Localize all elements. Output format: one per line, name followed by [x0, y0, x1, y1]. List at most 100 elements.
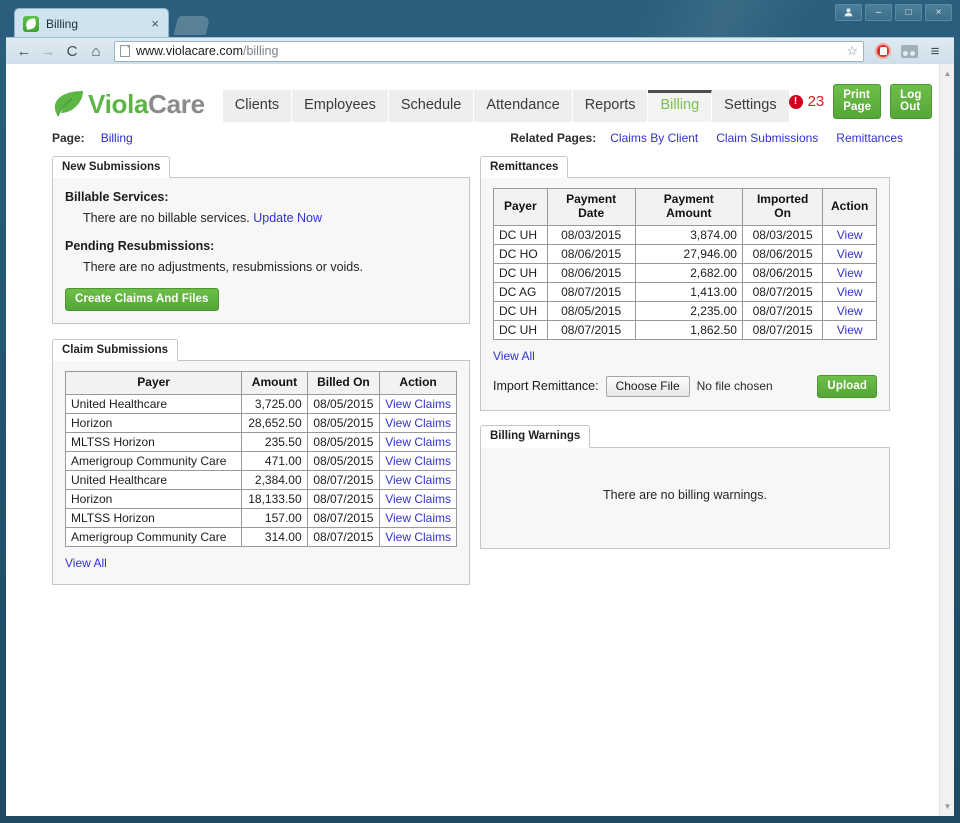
- page-scrollbar[interactable]: ▲ ▼: [939, 64, 954, 816]
- new-tab-button[interactable]: [173, 16, 211, 35]
- cell-action: View: [822, 319, 877, 340]
- cell-amount: 18,133.50: [241, 488, 308, 509]
- remittance-file-input[interactable]: Choose File No file chosen: [605, 375, 773, 397]
- scroll-down-icon[interactable]: ▼: [940, 799, 954, 814]
- related-link-remittances[interactable]: Remittances: [836, 131, 903, 145]
- cell-action: View: [822, 243, 877, 264]
- cell-payer: United Healthcare: [64, 469, 243, 490]
- remittances-table: Payer Payment Date Payment Amount Imported…: [493, 188, 877, 340]
- app-logo[interactable]: ViolaCare: [52, 86, 205, 122]
- panel-tabrow-new-submissions: New Submissions: [52, 155, 470, 178]
- scroll-up-icon[interactable]: ▲: [940, 66, 954, 81]
- browser-menu-icon[interactable]: ≡: [922, 40, 948, 62]
- reload-icon[interactable]: C: [60, 40, 84, 62]
- cell-payer: Horizon: [64, 412, 243, 433]
- bookmark-star-icon[interactable]: ☆: [846, 43, 858, 59]
- table-row: DC HO 08/06/2015 27,946.00 08/06/2015 View: [493, 243, 877, 264]
- adblock-icon[interactable]: [870, 40, 896, 62]
- cell-imported-on: 08/07/2015: [741, 319, 824, 340]
- nav-item-clients[interactable]: Clients: [222, 90, 293, 122]
- cell-payer: MLTSS Horizon: [64, 431, 243, 452]
- view-link[interactable]: View: [837, 285, 863, 299]
- col-billed-on: Billed On: [306, 371, 381, 395]
- cell-billed-on: 08/05/2015: [306, 393, 381, 414]
- close-icon[interactable]: ×: [148, 16, 162, 31]
- table-header-row: Payer Amount Billed On Action: [64, 371, 457, 395]
- tab-new-submissions[interactable]: New Submissions: [52, 155, 171, 178]
- nav-item-attendance[interactable]: Attendance: [474, 90, 573, 122]
- panel-billing-warnings: Billing Warnings There are no billing wa…: [480, 425, 890, 549]
- cell-imported-on: 08/06/2015: [741, 243, 824, 264]
- view-link[interactable]: View: [837, 266, 863, 280]
- view-claims-link[interactable]: View Claims: [385, 416, 451, 430]
- nav-item-settings[interactable]: Settings: [712, 90, 789, 122]
- view-claims-link[interactable]: View Claims: [385, 530, 451, 544]
- forward-icon[interactable]: →: [36, 40, 60, 62]
- cell-payer: Amerigroup Community Care: [64, 450, 243, 471]
- view-link[interactable]: View: [837, 228, 863, 242]
- cell-action: View: [822, 281, 877, 302]
- nav-item-reports[interactable]: Reports: [572, 90, 649, 122]
- tab-remittances[interactable]: Remittances: [480, 155, 569, 178]
- col-payer: Payer: [493, 188, 548, 226]
- upload-button[interactable]: Upload: [817, 374, 877, 398]
- nav-item-schedule[interactable]: Schedule: [388, 90, 475, 122]
- cell-imported-on: 08/06/2015: [741, 262, 824, 283]
- view-link[interactable]: View: [837, 247, 863, 261]
- cell-payer: Horizon: [64, 488, 243, 509]
- view-link[interactable]: View: [837, 323, 863, 337]
- remittances-body: DC UH 08/03/2015 3,874.00 08/03/2015 View DC …: [493, 224, 877, 340]
- home-icon[interactable]: ⌂: [84, 40, 108, 62]
- cell-amount: 314.00: [241, 526, 308, 547]
- view-claims-link[interactable]: View Claims: [385, 435, 451, 449]
- remittances-view-all-link[interactable]: View All: [493, 349, 535, 363]
- view-claims-link[interactable]: View Claims: [385, 511, 451, 525]
- main-navigation: Clients Employees Schedule Attendance Re…: [222, 90, 789, 122]
- back-icon[interactable]: ←: [12, 40, 36, 62]
- cell-billed-on: 08/07/2015: [306, 469, 381, 490]
- favicon-icon: [23, 15, 39, 32]
- table-row: DC UH 08/06/2015 2,682.00 08/06/2015 View: [493, 262, 877, 283]
- view-claims-link[interactable]: View Claims: [385, 492, 451, 506]
- tab-claim-submissions[interactable]: Claim Submissions: [52, 338, 179, 361]
- cell-billed-on: 08/07/2015: [306, 488, 381, 509]
- billable-services-text: There are no billable services. Update N…: [83, 211, 457, 225]
- choose-file-button[interactable]: Choose File: [605, 375, 690, 397]
- table-row: MLTSS Horizon 235.50 08/05/2015 View Claims: [64, 431, 457, 452]
- related-pages: Related Pages: Claims By Client Claim Su…: [510, 131, 903, 145]
- browser-tab-billing[interactable]: Billing ×: [14, 8, 169, 38]
- view-claims-link[interactable]: View Claims: [385, 454, 451, 468]
- claim-submissions-body: United Healthcare 3,725.00 08/05/2015 View …: [64, 393, 457, 547]
- billable-services-title: Billable Services:: [65, 190, 169, 204]
- view-link[interactable]: View: [837, 304, 863, 318]
- import-remittance-label: Import Remittance:: [493, 379, 599, 394]
- create-claims-and-files-button[interactable]: Create Claims And Files: [65, 288, 219, 311]
- cell-imported-on: 08/07/2015: [741, 300, 824, 321]
- panel-body-billing-warnings: There are no billing warnings.: [480, 447, 890, 549]
- col-payment-date: Payment Date: [546, 188, 636, 226]
- update-now-link[interactable]: Update Now: [253, 211, 322, 225]
- related-link-claim-submissions[interactable]: Claim Submissions: [716, 131, 818, 145]
- browser-tabstrip: Billing ×: [0, 8, 960, 38]
- view-claims-link[interactable]: View Claims: [385, 397, 451, 411]
- breadcrumb-current[interactable]: Billing: [101, 131, 133, 145]
- address-bar[interactable]: www.violacare.com/billing ☆: [114, 40, 864, 62]
- nav-item-billing[interactable]: Billing: [648, 90, 713, 122]
- alert-badge[interactable]: ! 23: [788, 93, 824, 110]
- log-out-button[interactable]: Log Out: [890, 84, 932, 119]
- related-link-claims-by-client[interactable]: Claims By Client: [610, 131, 698, 145]
- cell-payment-date: 08/07/2015: [546, 319, 636, 340]
- claim-submissions-viewall-row: View All: [65, 547, 457, 572]
- view-claims-link[interactable]: View Claims: [385, 473, 451, 487]
- table-row: United Healthcare 2,384.00 08/07/2015 View …: [64, 469, 457, 490]
- nav-item-employees[interactable]: Employees: [292, 90, 389, 122]
- cell-billed-on: 08/05/2015: [306, 450, 381, 471]
- apps-icon[interactable]: [896, 40, 922, 62]
- billing-warnings-empty-text: There are no billing warnings.: [603, 487, 767, 502]
- claim-submissions-view-all-link[interactable]: View All: [65, 556, 107, 570]
- cell-payer: United Healthcare: [64, 393, 243, 414]
- table-row: DC AG 08/07/2015 1,413.00 08/07/2015 View: [493, 281, 877, 302]
- print-page-button[interactable]: Print Page: [833, 84, 882, 119]
- cell-payer: DC AG: [493, 281, 548, 302]
- tab-billing-warnings[interactable]: Billing Warnings: [480, 425, 591, 448]
